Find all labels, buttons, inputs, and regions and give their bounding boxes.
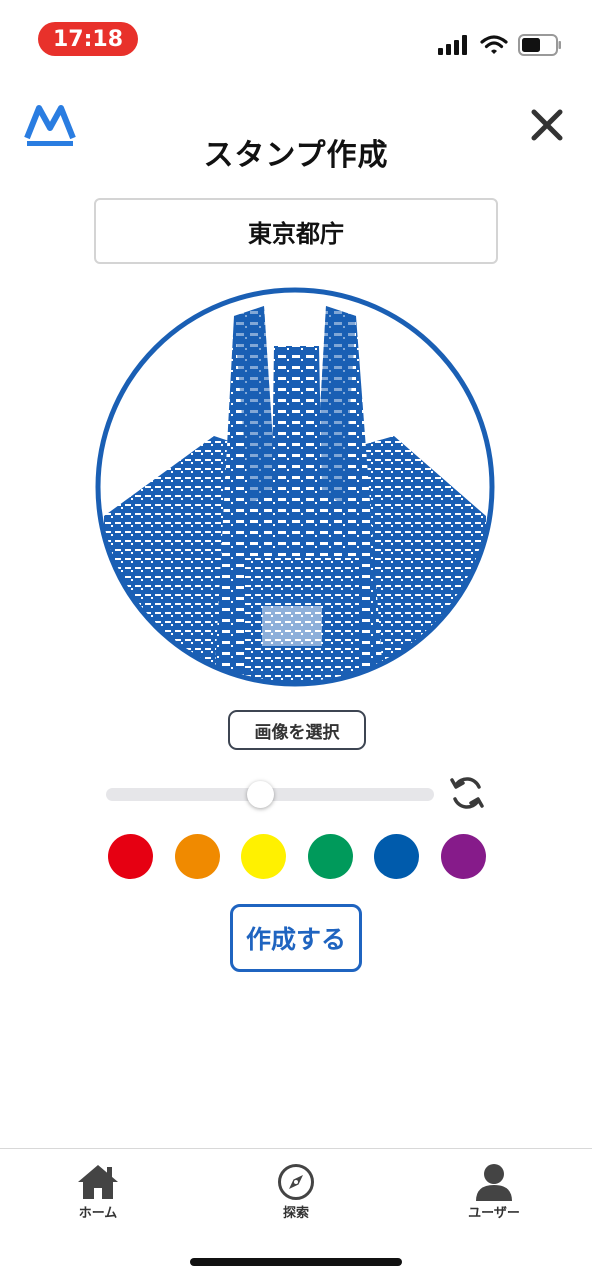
slider-thumb[interactable] <box>247 781 274 808</box>
status-time: 17:18 <box>38 22 138 56</box>
tab-label-user: ユーザー <box>468 1206 520 1221</box>
color-swatch-blue[interactable] <box>374 834 419 879</box>
user-icon <box>476 1164 512 1201</box>
tab-user[interactable]: ユーザー <box>434 1163 554 1221</box>
page-title: スタンプ作成 <box>203 138 389 173</box>
status-icons <box>438 34 562 56</box>
stamp-preview <box>95 287 495 687</box>
home-indicator <box>190 1258 402 1266</box>
create-button[interactable]: 作成する <box>230 904 362 972</box>
color-picker <box>108 834 486 880</box>
compass-icon <box>278 1164 314 1200</box>
color-swatch-yellow[interactable] <box>241 834 286 879</box>
cellular-signal-icon <box>438 35 467 55</box>
color-swatch-orange[interactable] <box>175 834 220 879</box>
battery-icon <box>518 34 561 56</box>
home-icon <box>78 1165 118 1199</box>
close-icon[interactable] <box>530 108 564 142</box>
color-swatch-purple[interactable] <box>441 834 486 879</box>
stamp-name-input[interactable] <box>94 198 498 264</box>
color-swatch-green[interactable] <box>308 834 353 879</box>
select-image-button[interactable]: 画像を選択 <box>228 710 366 750</box>
tab-home[interactable]: ホーム <box>38 1163 158 1221</box>
color-swatch-red[interactable] <box>108 834 153 879</box>
tab-label-explore: 探索 <box>282 1206 309 1221</box>
wifi-icon <box>480 35 508 54</box>
tab-explore[interactable]: 探索 <box>236 1163 356 1221</box>
tab-label-home: ホーム <box>78 1206 118 1221</box>
rotate-icon[interactable] <box>448 772 486 814</box>
